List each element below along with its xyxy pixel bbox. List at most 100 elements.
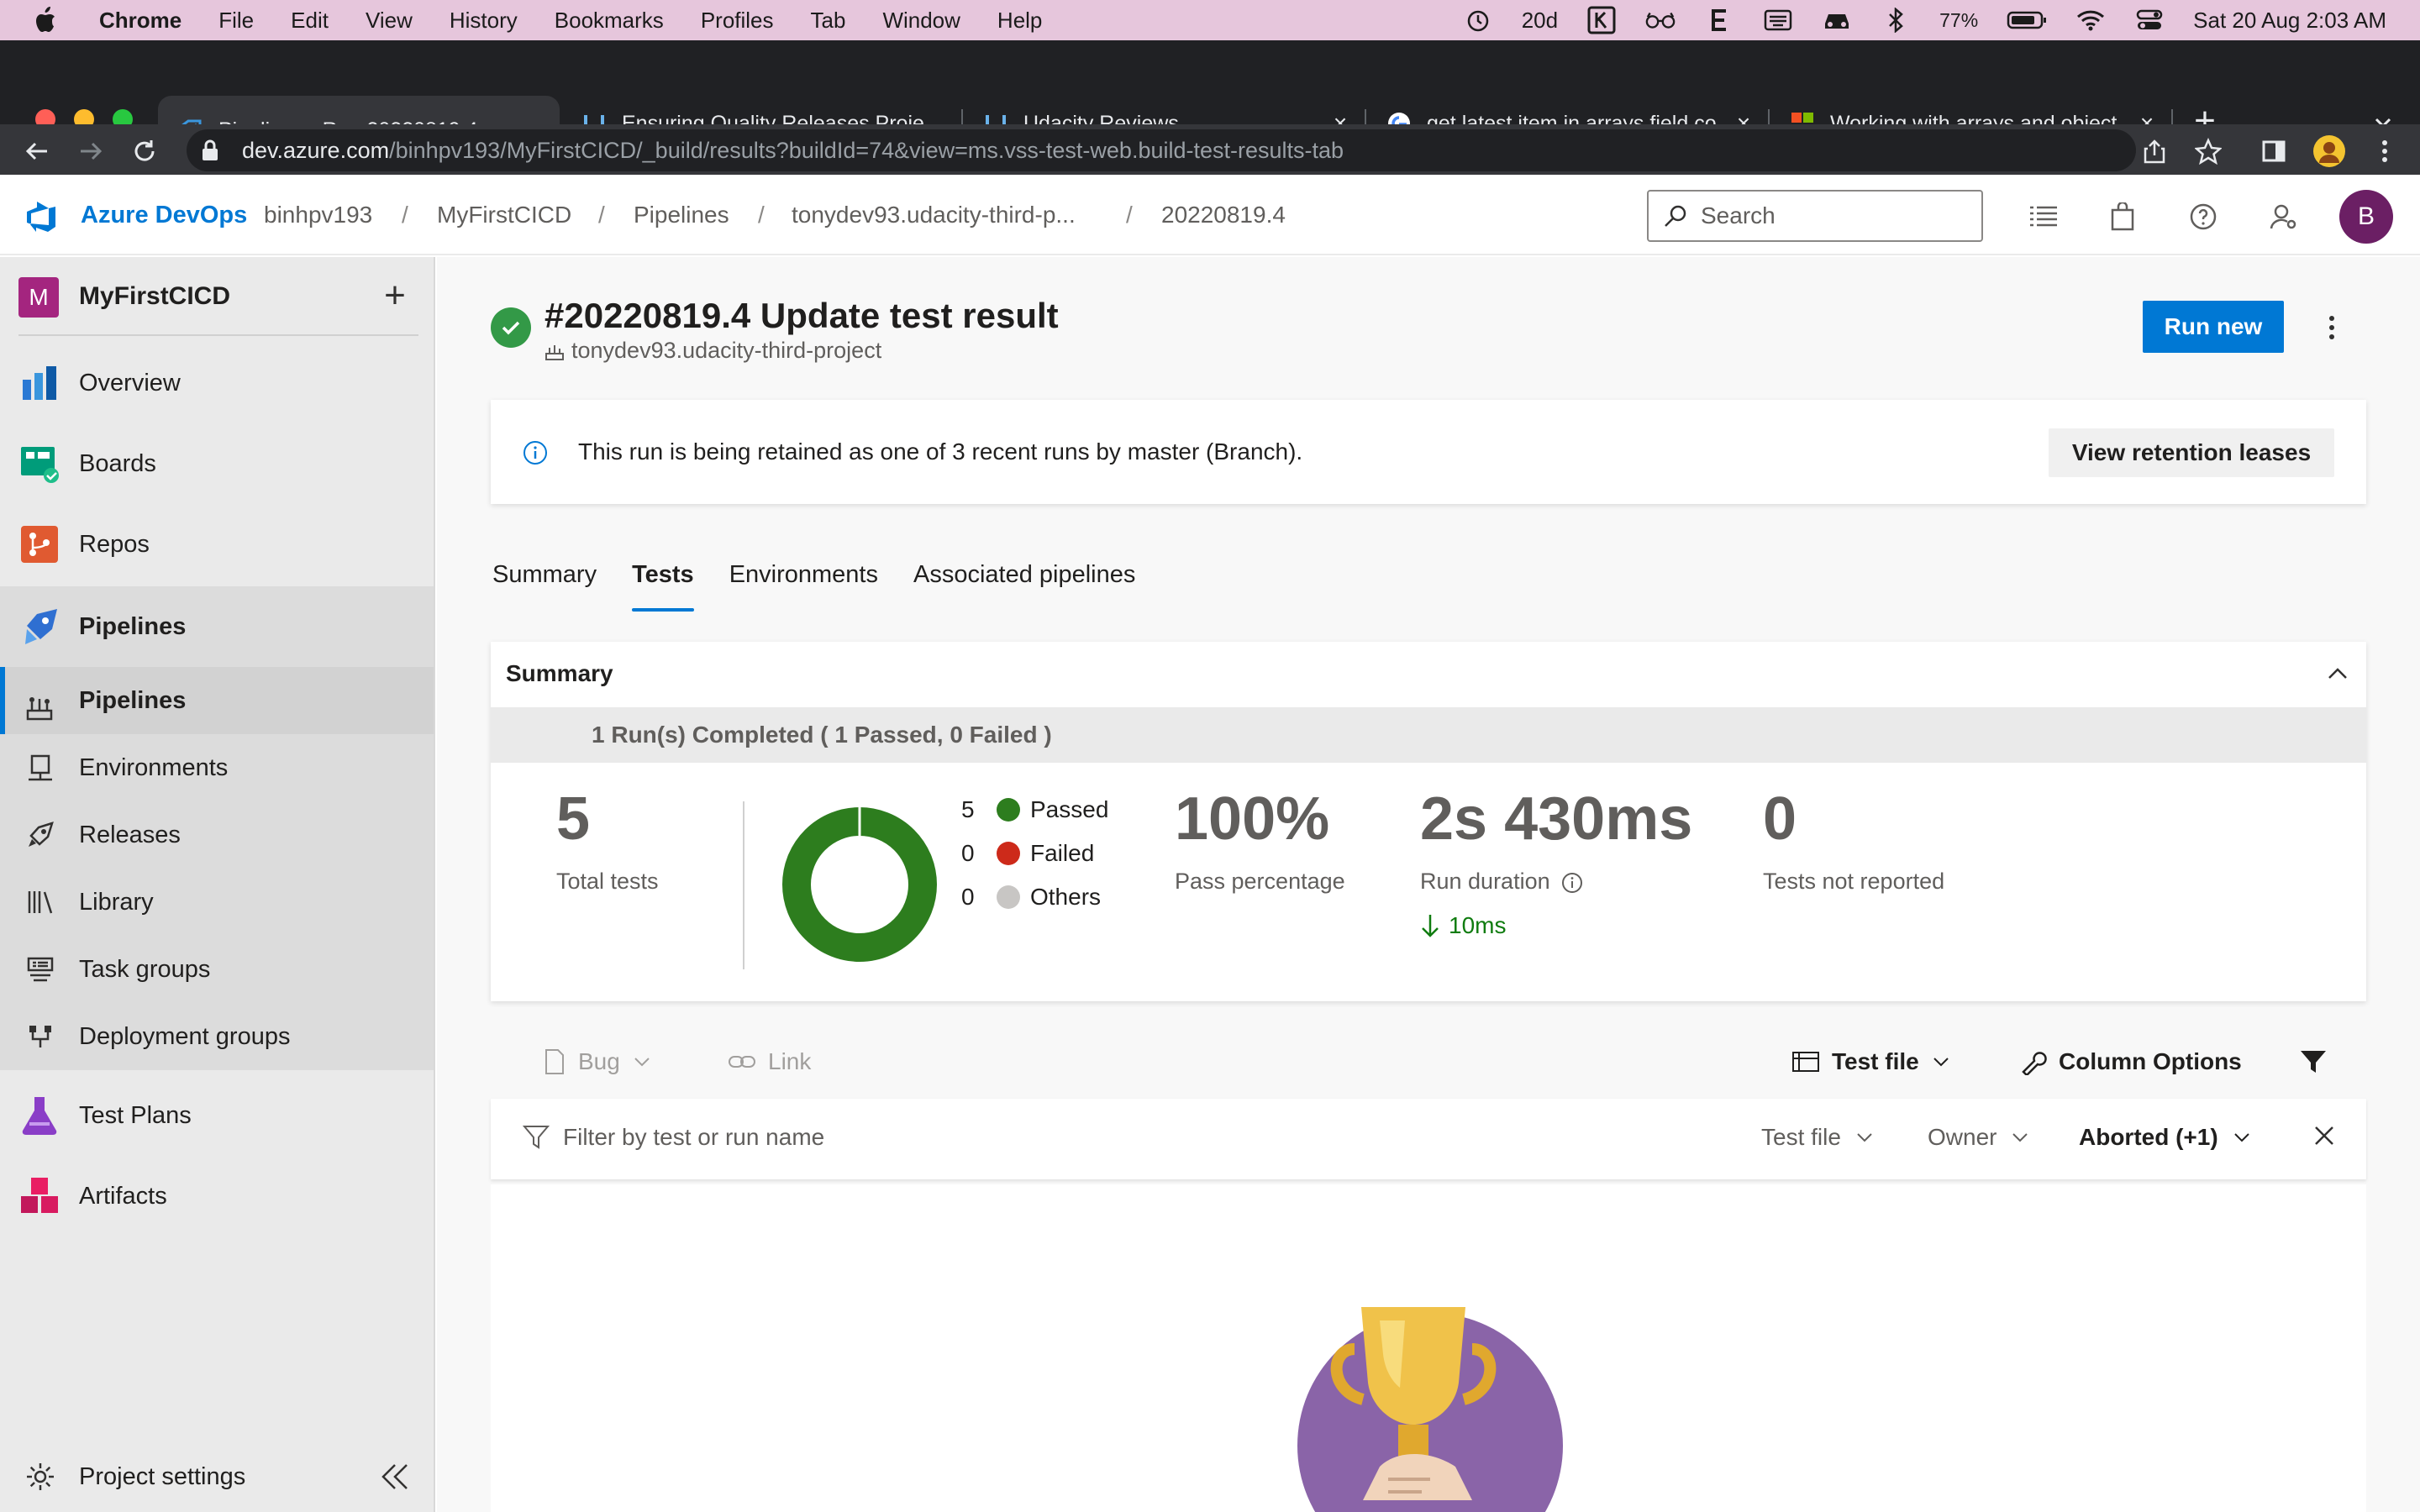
menu-view[interactable]: View xyxy=(366,8,413,34)
menu-help[interactable]: Help xyxy=(997,8,1042,34)
menu-app-name[interactable]: Chrome xyxy=(99,8,182,34)
breadcrumb-run[interactable]: 20220819.4 xyxy=(1161,202,1286,228)
test-file-filter-dropdown[interactable]: Test file xyxy=(1761,1124,1875,1151)
run-new-button[interactable]: Run new xyxy=(2143,301,2284,353)
profile-avatar-icon[interactable] xyxy=(2312,134,2346,168)
outcome-filter-dropdown[interactable]: Aborted (+1) xyxy=(2079,1124,2252,1151)
forward-arrow-icon[interactable] xyxy=(74,134,108,168)
breadcrumb-organization[interactable]: binhpv193 xyxy=(264,202,372,228)
bookmark-star-icon[interactable] xyxy=(2191,134,2225,168)
work-items-list-icon[interactable] xyxy=(2028,202,2059,232)
sidebar-item-artifacts[interactable]: Artifacts xyxy=(0,1161,434,1231)
menu-file[interactable]: File xyxy=(218,8,254,34)
more-actions-icon[interactable] xyxy=(2319,311,2344,344)
bluetooth-icon[interactable] xyxy=(1881,8,1911,33)
side-panel-icon[interactable] xyxy=(2257,134,2291,168)
clear-filters-close-icon[interactable] xyxy=(2312,1124,2336,1147)
run-title: #20220819.4 Update test result xyxy=(544,296,1059,335)
search-input[interactable]: Search xyxy=(1647,190,1983,242)
chevron-up-icon[interactable] xyxy=(2324,660,2351,687)
add-plus-icon[interactable]: + xyxy=(378,275,412,316)
sidebar-item-task-groups[interactable]: Task groups xyxy=(0,936,434,1003)
battery-percent[interactable]: 77% xyxy=(1939,9,1978,32)
address-bar[interactable]: dev.azure.com /binhpv193/MyFirstCICD/_bu… xyxy=(187,129,2136,171)
keyboard-icon[interactable] xyxy=(1763,8,1793,33)
e-app-icon[interactable] xyxy=(1704,8,1734,33)
overview-icon xyxy=(18,362,60,404)
main-content: #20220819.4 Update test result tonydev93… xyxy=(437,257,2420,1512)
sidebar-item-library[interactable]: Library xyxy=(0,869,434,936)
sidebar-item-overview[interactable]: Overview xyxy=(0,348,434,418)
back-arrow-icon[interactable] xyxy=(20,134,54,168)
menu-bookmarks[interactable]: Bookmarks xyxy=(555,8,664,34)
collapse-sidebar-icon[interactable] xyxy=(378,1462,412,1492)
filter-funnel-icon[interactable] xyxy=(2299,1048,2328,1075)
sidebar-item-project-settings[interactable]: Project settings xyxy=(0,1441,434,1512)
tab-tests[interactable]: Tests xyxy=(632,561,694,612)
breadcrumb-pipeline-name[interactable]: tonydev93.udacity-third-p... xyxy=(792,202,1076,228)
breadcrumb-project[interactable]: MyFirstCICD xyxy=(437,202,571,228)
azure-devops-brand[interactable]: Azure DevOps xyxy=(81,202,247,229)
project-settings-label: Project settings xyxy=(79,1462,246,1490)
sidebar-item-label: Task groups xyxy=(79,955,211,983)
tab-summary[interactable]: Summary xyxy=(492,561,597,612)
user-settings-icon[interactable] xyxy=(2269,202,2299,232)
azure-devops-logo-icon[interactable] xyxy=(25,200,59,234)
menu-tab[interactable]: Tab xyxy=(811,8,846,34)
timer-icon[interactable] xyxy=(1463,8,1493,33)
test-filter-bar: Filter by test or run name Test file Own… xyxy=(491,1099,2366,1179)
sidebar-item-pipelines[interactable]: Pipelines xyxy=(0,667,434,734)
bug-button[interactable]: Bug xyxy=(543,1048,652,1075)
filter-input[interactable]: Filter by test or run name xyxy=(523,1124,824,1151)
bug-page-icon xyxy=(545,1049,564,1074)
menu-profiles[interactable]: Profiles xyxy=(701,8,774,34)
menubar-datetime[interactable]: Sat 20 Aug 2:03 AM xyxy=(2193,8,2386,34)
url-path: /binhpv193/MyFirstCICD/_build/results?bu… xyxy=(389,137,1344,163)
column-options-button[interactable]: Column Options xyxy=(2020,1048,2242,1075)
tab-associated-pipelines[interactable]: Associated pipelines xyxy=(913,561,1135,612)
help-icon[interactable] xyxy=(2188,202,2218,232)
view-retention-leases-button[interactable]: View retention leases xyxy=(2049,428,2334,477)
marketplace-bag-icon[interactable] xyxy=(2107,202,2138,232)
apple-icon[interactable] xyxy=(30,3,59,37)
k-app-icon[interactable] xyxy=(1586,6,1617,34)
menu-history[interactable]: History xyxy=(450,8,518,34)
tab-environments[interactable]: Environments xyxy=(729,561,878,612)
glasses-icon[interactable] xyxy=(1645,8,1676,33)
breadcrumb-pipelines[interactable]: Pipelines xyxy=(634,202,729,228)
project-header[interactable]: M MyFirstCICD + xyxy=(0,257,435,334)
wifi-icon[interactable] xyxy=(2075,8,2106,33)
user-avatar[interactable]: B xyxy=(2339,190,2393,244)
menu-edit[interactable]: Edit xyxy=(291,8,329,34)
share-icon[interactable] xyxy=(2138,134,2171,168)
control-center-icon[interactable] xyxy=(2134,8,2165,33)
sidebar-item-environments[interactable]: Environments xyxy=(0,734,434,801)
sidebar-item-boards[interactable]: Boards xyxy=(0,428,434,499)
sidebar-item-repos[interactable]: Repos xyxy=(0,509,434,580)
duration-delta: 10ms xyxy=(1420,912,1506,939)
menu-window[interactable]: Window xyxy=(882,8,960,34)
chrome-menu-icon[interactable] xyxy=(2368,134,2402,168)
pipeline-name[interactable]: tonydev93.udacity-third-project xyxy=(571,338,881,364)
info-icon[interactable] xyxy=(1561,872,1583,894)
reload-icon[interactable] xyxy=(128,134,161,168)
breadcrumb-separator: / xyxy=(598,202,605,228)
environments-icon xyxy=(25,753,55,783)
car-icon[interactable] xyxy=(1822,8,1852,33)
link-button[interactable]: Link xyxy=(728,1048,811,1075)
sidebar-item-pipelines-group[interactable]: Pipelines xyxy=(0,586,434,667)
group-by-test-file-dropdown[interactable]: Test file xyxy=(1791,1048,1951,1075)
lock-icon[interactable] xyxy=(200,138,225,163)
releases-rocket-icon xyxy=(25,820,55,850)
summary-divider xyxy=(743,801,744,969)
test-plans-flask-icon xyxy=(18,1095,60,1137)
sidebar-item-label: Artifacts xyxy=(79,1182,167,1210)
owner-filter-dropdown[interactable]: Owner xyxy=(1928,1124,2030,1151)
project-name[interactable]: MyFirstCICD xyxy=(79,282,230,311)
sidebar-item-test-plans[interactable]: Test Plans xyxy=(0,1080,434,1151)
sidebar-item-deployment-groups[interactable]: Deployment groups xyxy=(0,1003,434,1070)
run-pipeline-subtitle[interactable]: tonydev93.udacity-third-project xyxy=(544,338,881,364)
sidebar-item-releases[interactable]: Releases xyxy=(0,801,434,869)
battery-icon[interactable] xyxy=(2007,8,2047,33)
timer-text[interactable]: 20d xyxy=(1522,8,1558,34)
